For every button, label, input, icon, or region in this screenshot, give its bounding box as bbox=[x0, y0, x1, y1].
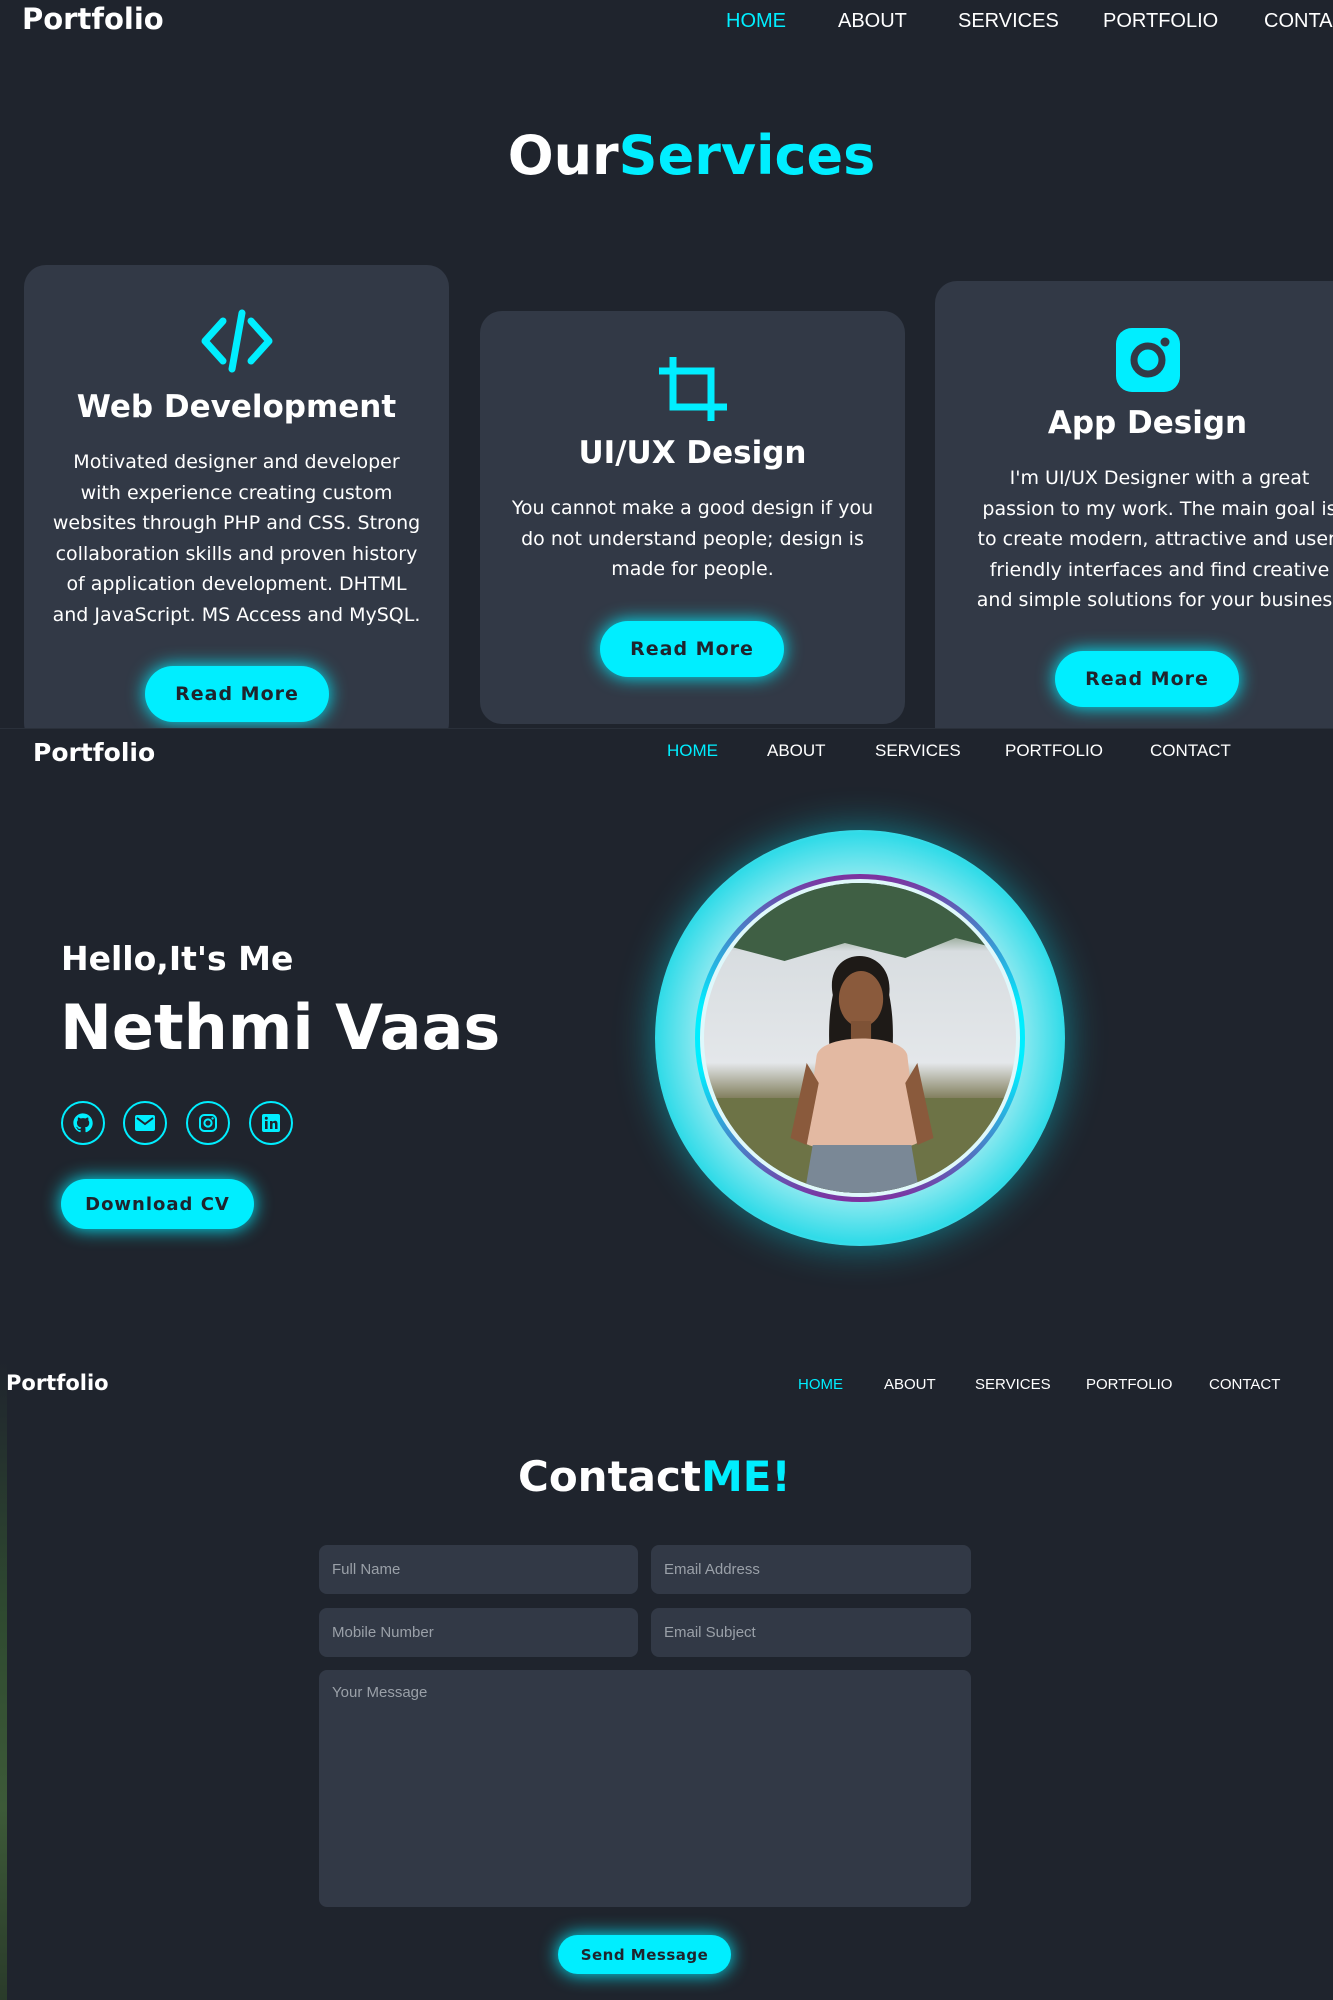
read-more-button[interactable]: Read More bbox=[1055, 651, 1239, 707]
message-textarea[interactable]: Your Message bbox=[319, 1670, 971, 1907]
linkedin-icon[interactable] bbox=[249, 1101, 293, 1145]
email-subject-field[interactable]: Email Subject bbox=[651, 1608, 971, 1657]
nav-portfolio[interactable]: PORTFOLIO bbox=[1103, 10, 1218, 33]
service-title: UI/UX Design bbox=[578, 435, 807, 471]
nav-logo[interactable]: Portfolio bbox=[22, 2, 164, 36]
nav-home[interactable]: HOME bbox=[726, 10, 786, 33]
service-card-app-design: App Design I'm UI/UX Designer with a gre… bbox=[935, 281, 1333, 728]
nav-about[interactable]: ABOUT bbox=[884, 1376, 936, 1393]
github-icon[interactable] bbox=[61, 1101, 105, 1145]
service-title: App Design bbox=[1047, 405, 1248, 441]
service-description: Motivated designer and developer with ex… bbox=[52, 451, 421, 626]
nav-contact[interactable]: CONTACT bbox=[1150, 741, 1231, 761]
greeting-text: Hello,It's Me bbox=[61, 939, 294, 978]
read-more-button[interactable]: Read More bbox=[600, 621, 784, 677]
send-message-button[interactable]: Send Message bbox=[558, 1935, 731, 1974]
full-name-field[interactable]: Full Name bbox=[319, 1545, 638, 1594]
nav-portfolio[interactable]: PORTFOLIO bbox=[1005, 741, 1103, 761]
instagram-icon bbox=[935, 327, 1333, 393]
service-description: You cannot make a good design if you do … bbox=[511, 497, 874, 580]
service-title: Web Development bbox=[76, 389, 397, 425]
nav-about[interactable]: ABOUT bbox=[767, 741, 826, 761]
hero-name: Nethmi Vaas bbox=[60, 991, 501, 1064]
nav-portfolio[interactable]: PORTFOLIO bbox=[1086, 1376, 1172, 1393]
nav-services[interactable]: SERVICES bbox=[875, 741, 961, 761]
code-icon bbox=[24, 309, 449, 373]
contact-section: Portfolio HOME ABOUT SERVICES PORTFOLIO … bbox=[0, 1360, 1333, 2000]
services-heading: OurServices bbox=[507, 124, 876, 187]
nav-services[interactable]: SERVICES bbox=[958, 10, 1059, 33]
nav-logo[interactable]: Portfolio bbox=[6, 1371, 109, 1395]
service-card-uiux-design: UI/UX Design You cannot make a good desi… bbox=[480, 311, 905, 724]
crop-icon bbox=[480, 353, 905, 425]
nav-contact[interactable]: CONTACT bbox=[1209, 1376, 1280, 1393]
home-section: Portfolio HOME ABOUT SERVICES PORTFOLIO … bbox=[0, 728, 1333, 1360]
nav-home[interactable]: HOME bbox=[667, 741, 718, 761]
avatar-ring bbox=[655, 830, 1065, 1246]
mail-icon[interactable] bbox=[123, 1101, 167, 1145]
nav-logo[interactable]: Portfolio bbox=[33, 738, 155, 767]
mobile-number-field[interactable]: Mobile Number bbox=[319, 1608, 638, 1657]
nav-about[interactable]: ABOUT bbox=[838, 10, 907, 33]
nav-services[interactable]: SERVICES bbox=[975, 1376, 1051, 1393]
instagram-icon[interactable] bbox=[186, 1101, 230, 1145]
email-field[interactable]: Email Address bbox=[651, 1545, 971, 1594]
avatar bbox=[700, 879, 1020, 1197]
read-more-button[interactable]: Read More bbox=[145, 666, 329, 722]
contact-heading: ContactME! bbox=[518, 1452, 791, 1501]
services-section: Portfolio HOME ABOUT SERVICES PORTFOLIO … bbox=[0, 0, 1333, 728]
nav-home[interactable]: HOME bbox=[798, 1376, 843, 1393]
nav-contact[interactable]: CONTA bbox=[1264, 10, 1333, 33]
left-edge-strip bbox=[0, 1360, 7, 2000]
service-card-web-development: Web Development Motivated designer and d… bbox=[24, 265, 449, 728]
download-cv-button[interactable]: Download CV bbox=[61, 1179, 254, 1229]
service-description: I'm UI/UX Designer with a great passion … bbox=[976, 467, 1333, 611]
